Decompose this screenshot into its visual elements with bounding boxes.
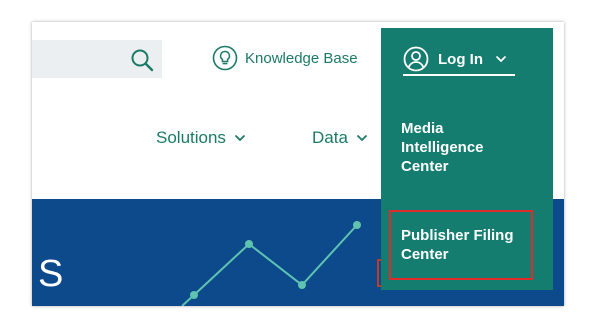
menu-item-media-intelligence-center[interactable]: Media Intelligence Center <box>401 119 484 176</box>
knowledge-base-label: Knowledge Base <box>245 49 358 67</box>
chevron-down-icon <box>356 134 368 142</box>
nav-item-solutions[interactable]: Solutions <box>156 128 246 148</box>
knowledge-base-link[interactable]: Knowledge Base <box>212 44 358 72</box>
menu-item-label: Center <box>401 246 449 263</box>
chevron-down-icon <box>234 134 246 142</box>
nav-item-data[interactable]: Data <box>312 128 368 148</box>
menu-item-label: Publisher Filing <box>401 227 514 244</box>
search-icon[interactable] <box>130 48 154 72</box>
search-input[interactable] <box>32 40 162 78</box>
hero-line-point <box>298 281 306 289</box>
login-label: Log In <box>438 50 483 68</box>
login-button[interactable]: Log In <box>403 44 515 76</box>
lightbulb-icon <box>212 45 238 71</box>
menu-item-label: Media <box>401 120 444 137</box>
chevron-down-icon <box>495 55 507 63</box>
nav-item-data-label: Data <box>312 128 348 147</box>
hero-line-point <box>353 221 361 229</box>
website-header-crop: Knowledge Base Solutions Data S Log In M… <box>32 22 564 306</box>
hero-heading-fragment: S <box>38 253 64 295</box>
menu-item-label: Intelligence <box>401 139 484 156</box>
hero-line-point <box>245 240 253 248</box>
hero-line-point <box>190 291 198 299</box>
nav-item-solutions-label: Solutions <box>156 128 226 147</box>
menu-item-publisher-filing-center[interactable]: Publisher Filing Center <box>401 226 514 264</box>
user-circle-icon <box>403 46 429 72</box>
account-dropdown-menu: Log In Media Intelligence Center Publish… <box>381 28 553 290</box>
menu-item-label: Center <box>401 158 449 175</box>
